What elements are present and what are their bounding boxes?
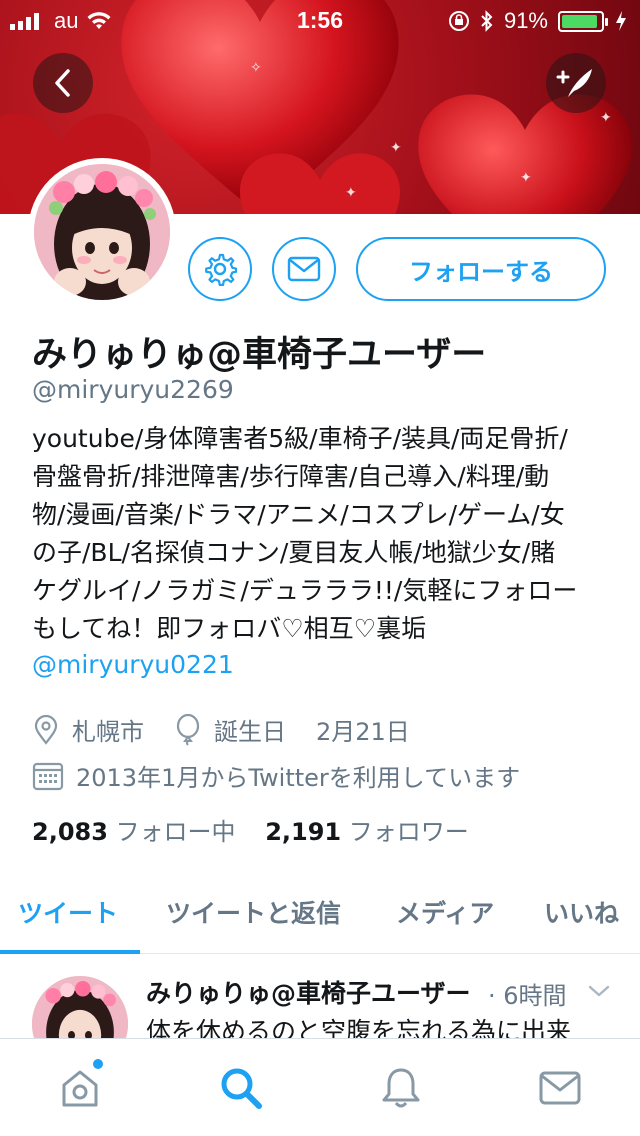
followers-link[interactable]: 2,191 フォロワー xyxy=(265,818,469,846)
followers-label: フォロワー xyxy=(348,818,469,846)
nav-home[interactable] xyxy=(55,1059,105,1113)
sparkle-decoration: ✧ xyxy=(250,60,262,76)
orientation-lock-icon xyxy=(448,11,469,31)
following-link[interactable]: 2,083 フォロー中 xyxy=(32,818,236,846)
bio-line: 骨盤骨折/排泄障害/歩行障害/自己導入/料理/動 xyxy=(32,462,550,491)
gear-icon xyxy=(205,253,237,286)
avatar-illustration xyxy=(34,164,170,300)
status-bar: au 1:56 91% xyxy=(0,0,640,40)
nav-messages[interactable] xyxy=(535,1063,585,1113)
sparkle-decoration: ✦ xyxy=(390,140,402,156)
battery-percent: 91% xyxy=(503,8,548,33)
tweet-author-name[interactable]: みりゅりゅ@車椅子ユーザー xyxy=(146,974,471,1010)
charging-icon xyxy=(616,11,626,31)
tab-tweets[interactable]: ツイート xyxy=(18,894,118,930)
profile-tabs: ツイート ツイートと返信 メディア いいね xyxy=(0,868,640,954)
birthday-label: 誕生日 xyxy=(214,718,286,746)
profile-bio: youtube/身体障害者5級/車椅子/装具/両足骨折/ 骨盤骨折/排泄障害/歩… xyxy=(32,420,607,648)
bottom-tab-bar xyxy=(0,1038,640,1136)
balloon-icon xyxy=(176,713,200,746)
bio-line: 物/漫画/音楽/ドラマ/アニメ/コスプレ/ゲーム/女 xyxy=(32,500,565,529)
bio-line: ケグルイ/ノラガミ/デュラララ!!/気軽にフォロー xyxy=(32,576,578,605)
compose-tweet-button[interactable] xyxy=(546,53,606,113)
tweet-timestamp: · 6時間 xyxy=(488,982,567,1010)
active-tab-indicator xyxy=(0,950,140,954)
bluetooth-icon xyxy=(481,10,493,32)
envelope-icon xyxy=(287,256,321,282)
nav-notifications[interactable] xyxy=(376,1063,426,1113)
bell-icon xyxy=(382,1068,420,1108)
follow-counts: 2,083 フォロー中 2,191 フォロワー xyxy=(32,812,469,847)
settings-button[interactable] xyxy=(188,237,252,301)
bio-line: youtube/身体障害者5級/車椅子/装具/両足骨折/ xyxy=(32,424,568,453)
bio-line: もしてね！即フォロバ♡相互♡裏垢 xyxy=(32,614,427,643)
joined-text: 2013年1月からTwitterを利用しています xyxy=(76,764,521,792)
chevron-down-icon[interactable] xyxy=(588,984,610,998)
chevron-left-icon xyxy=(55,69,70,97)
profile-name: みりゅりゅ@車椅子ユーザー xyxy=(32,335,487,375)
bio-line: の子/BL/名探偵コナン/夏目友人帳/地獄少女/賭 xyxy=(32,538,556,567)
nav-search[interactable] xyxy=(216,1063,266,1113)
back-button[interactable] xyxy=(33,53,93,113)
follow-button[interactable]: フォローする xyxy=(356,237,606,301)
location-text: 札幌市 xyxy=(72,718,144,746)
search-icon xyxy=(221,1068,262,1109)
following-count: 2,083 xyxy=(32,818,108,846)
profile-location-birthday: 札幌市 誕生日 2月21日 xyxy=(32,712,410,747)
battery-level xyxy=(562,14,597,28)
location-pin-icon xyxy=(34,714,58,745)
compose-tweet-icon xyxy=(556,69,592,97)
battery-icon xyxy=(558,10,608,32)
heart-decoration xyxy=(418,94,632,214)
tab-likes[interactable]: いいね xyxy=(544,894,619,930)
message-button[interactable] xyxy=(272,237,336,301)
tab-tweets-and-replies[interactable]: ツイートと返信 xyxy=(166,894,341,930)
calendar-icon xyxy=(32,762,64,790)
profile-avatar[interactable] xyxy=(28,158,176,306)
home-icon xyxy=(62,1070,98,1107)
bio-mention-link[interactable]: @miryuryu0221 xyxy=(32,650,234,679)
followers-count: 2,191 xyxy=(265,818,342,846)
tab-media[interactable]: メディア xyxy=(396,894,494,930)
notification-dot xyxy=(93,1059,103,1069)
avatar-photo xyxy=(34,164,170,300)
sparkle-decoration: ✦ xyxy=(600,110,612,126)
sparkle-decoration: ✦ xyxy=(345,185,357,201)
profile-handle: @miryuryu2269 xyxy=(32,375,234,404)
profile-joined: 2013年1月からTwitterを利用しています xyxy=(32,758,520,793)
sparkle-decoration: ✦ xyxy=(520,170,532,186)
following-label: フォロー中 xyxy=(115,818,236,846)
envelope-icon xyxy=(539,1071,581,1105)
birthday-text: 2月21日 xyxy=(316,718,410,746)
heart-decoration xyxy=(240,153,400,214)
